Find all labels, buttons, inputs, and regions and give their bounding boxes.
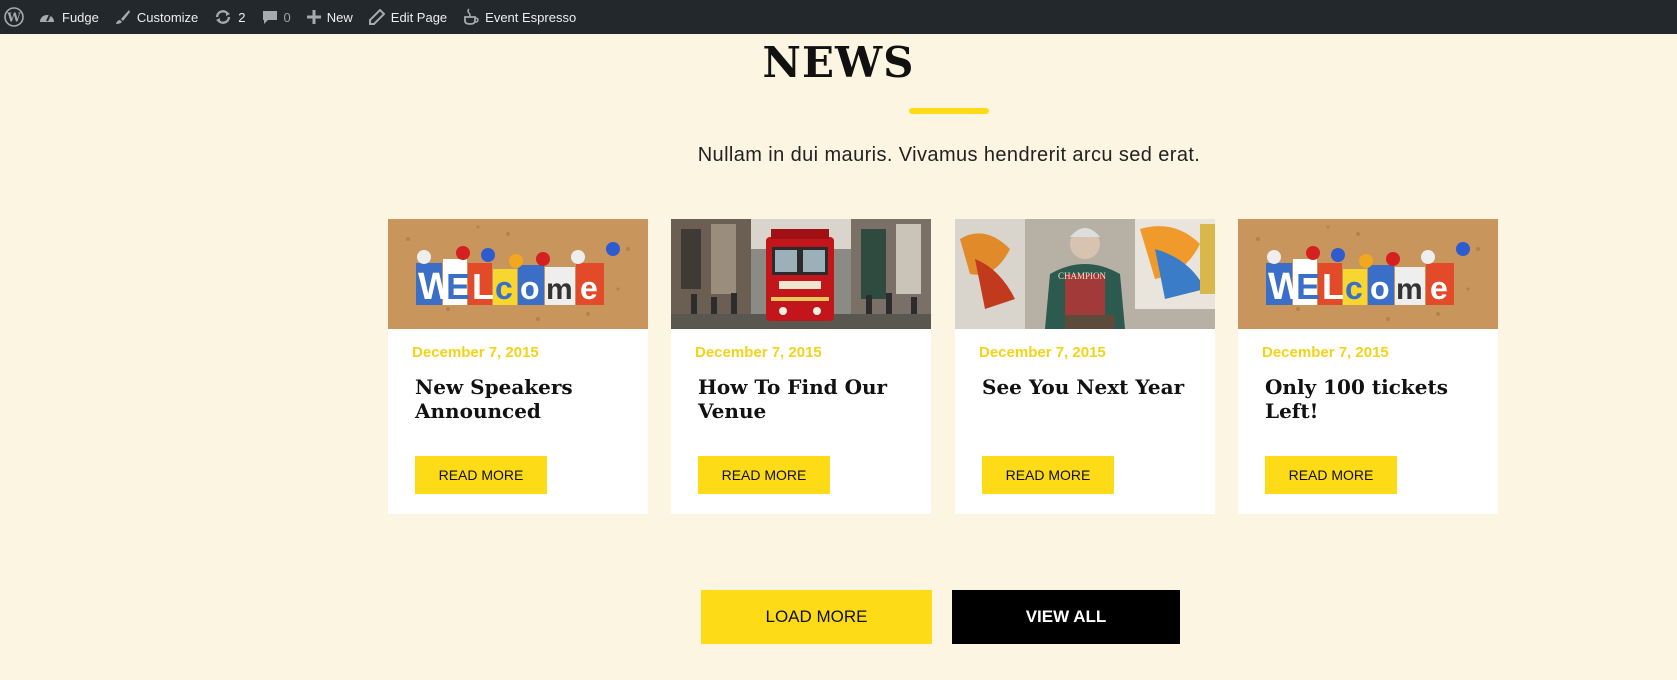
site-name-label: Fudge [62,9,99,25]
new-content-link[interactable]: New [299,0,361,34]
edit-page-link[interactable]: Edit Page [361,0,455,34]
svg-text:o: o [1370,270,1390,306]
updates-count: 2 [238,9,246,25]
svg-text:c: c [1345,270,1363,306]
event-espresso-label: Event Espresso [485,9,577,25]
comments-link[interactable]: 0 [254,0,299,34]
updates-refresh-icon [214,9,232,25]
section-subtitle: Nullam in dui mauris. Vivamus hendrerit … [697,144,1201,166]
coffee-cup-icon [463,8,479,26]
customize-label: Customize [136,9,199,25]
svg-text:c: c [495,270,513,306]
news-card: December 7, 2015 How To Find Our Venue R… [671,219,931,514]
svg-text:m: m [546,273,573,306]
title-underline [909,108,989,114]
view-all-button[interactable]: VIEW ALL [952,590,1180,644]
paintbrush-icon [115,9,131,25]
dashboard-gauge-icon [38,9,56,25]
read-more-button[interactable]: READ MORE [698,456,830,494]
card-date: December 7, 2015 [412,344,539,361]
card-title[interactable]: Only 100 tickets Left! [1265,375,1480,423]
news-card: W E L c o m e December 7, 2015 New Speak… [388,219,648,514]
card-date: December 7, 2015 [695,344,822,361]
updates-link[interactable]: 2 [206,0,253,34]
comment-bubble-icon [262,9,278,25]
admin-bar: W Fudge Customize 2 0 New Edit Page Even… [0,0,1677,34]
card-date: December 7, 2015 [979,344,1106,361]
read-more-button[interactable]: READ MORE [982,456,1114,494]
painter-artist-image[interactable]: CHAMPION [955,219,1215,329]
card-title[interactable]: See You Next Year [982,375,1197,399]
svg-text:E: E [1296,266,1320,307]
comments-count: 0 [283,9,291,25]
site-name-link[interactable]: Fudge [30,0,107,34]
svg-text:e: e [1430,270,1448,306]
svg-text:W: W [6,11,21,25]
news-card: W E L c o m e December 7, 2015 Only 100 … [1238,219,1498,514]
customize-link[interactable]: Customize [107,0,206,34]
plus-icon [306,10,321,24]
svg-text:m: m [1396,273,1423,306]
load-more-button[interactable]: LOAD MORE [701,590,932,644]
read-more-button[interactable]: READ MORE [415,456,547,494]
wordpress-logo-icon[interactable]: W [0,0,30,34]
svg-text:L: L [1322,266,1344,307]
red-tram-street-image[interactable] [671,219,931,329]
svg-text:L: L [472,266,494,307]
card-date: December 7, 2015 [1262,344,1389,361]
event-espresso-link[interactable]: Event Espresso [455,0,584,34]
edit-page-label: Edit Page [390,9,448,25]
section-title: NEWS [762,38,915,87]
svg-text:CHAMPION: CHAMPION [1058,271,1107,281]
card-title[interactable]: How To Find Our Venue [698,375,913,423]
new-label: New [326,9,353,25]
welcome-corkboard-image[interactable]: W E L c o m e [1238,219,1498,329]
pencil-icon [368,9,385,25]
svg-text:e: e [580,270,598,306]
svg-text:o: o [520,270,540,306]
read-more-button[interactable]: READ MORE [1265,456,1397,494]
card-title[interactable]: New Speakers Announced [415,375,630,423]
svg-text:E: E [446,266,470,307]
welcome-corkboard-image[interactable]: W E L c o m e [388,219,648,329]
news-card: CHAMPION December 7, 2015 See You Next Y… [955,219,1215,514]
